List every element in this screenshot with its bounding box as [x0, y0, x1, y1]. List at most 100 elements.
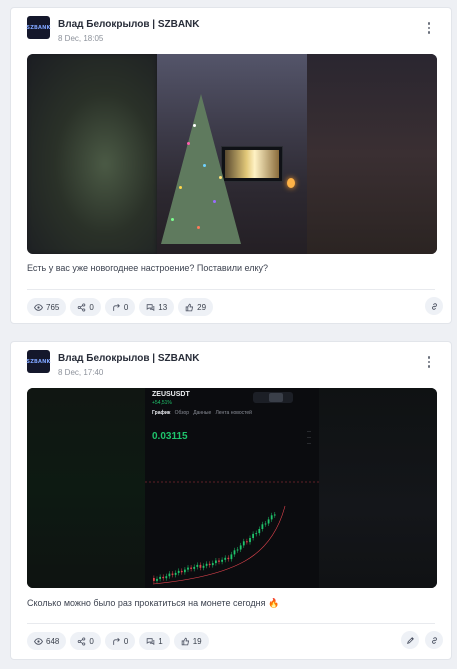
eye-icon	[34, 303, 43, 311]
edit-button[interactable]	[401, 631, 419, 649]
share-button[interactable]: 0	[104, 298, 136, 316]
comments-button[interactable]: 1	[139, 632, 170, 650]
post-header: SZBANK Влад Белокрылов | SZBANK 8 Dec, 1…	[26, 349, 441, 379]
divider	[27, 623, 435, 624]
candle-body	[221, 559, 223, 562]
photo-christmas-tree	[157, 54, 307, 254]
candle-body	[211, 563, 214, 566]
view-toggle	[253, 392, 293, 403]
blurred-background-right	[319, 388, 437, 588]
candle-body	[205, 563, 208, 566]
candle	[287, 178, 295, 188]
candle-body	[224, 557, 227, 560]
avatar[interactable]: SZBANK	[26, 16, 50, 39]
likes-count: 19	[192, 636, 202, 646]
candle-body	[193, 566, 196, 569]
like-button[interactable]: 19	[173, 632, 209, 650]
copy-link-button[interactable]	[425, 631, 443, 649]
more-vertical-icon[interactable]	[423, 19, 435, 37]
price-stats: — — —	[307, 428, 311, 445]
post-image[interactable]	[27, 54, 437, 254]
candle-body	[236, 549, 239, 551]
candle-body	[202, 565, 205, 568]
candle-body	[249, 538, 251, 543]
link-icon	[431, 636, 437, 644]
trading-screenshot: ZEUSUSDT +54,51% График Обзор Данные Лен…	[145, 388, 319, 588]
post-date: 8 Dec, 17:40	[58, 368, 104, 377]
candle-body	[242, 541, 245, 546]
post-caption: Есть у вас уже новогоднее настроение? По…	[27, 263, 269, 273]
christmas-tree	[161, 94, 241, 244]
candle-body	[264, 523, 267, 525]
candle-body	[233, 550, 236, 555]
candle-body	[177, 570, 180, 573]
author-name[interactable]: Влад Белокрылов | SZBANK	[58, 19, 200, 30]
comments-button[interactable]: 13	[139, 298, 175, 316]
candle-body	[215, 560, 217, 564]
post-image[interactable]: ZEUSUSDT +54,51% График Обзор Данные Лен…	[27, 388, 437, 588]
candle-body	[246, 541, 248, 543]
ticker-symbol: ZEUSUSDT	[152, 391, 190, 398]
candle-body	[258, 529, 261, 534]
candle-body	[165, 576, 168, 579]
forward-arrow-icon	[113, 637, 120, 645]
candle-body	[168, 573, 171, 577]
post-card: SZBANK Влад Белокрылов | SZBANK 8 Dec, 1…	[10, 341, 452, 660]
candle-body	[162, 576, 165, 579]
thumbs-up-icon	[181, 637, 189, 645]
post-actions: 648 0 0 1 19	[27, 632, 209, 650]
candle-body	[267, 519, 270, 524]
post-actions: 765 0 0 13 29	[27, 298, 214, 316]
share-button[interactable]: 0	[104, 632, 136, 650]
copy-link-button[interactable]	[425, 297, 443, 315]
views-counter: 765	[27, 298, 67, 316]
candle-body	[196, 564, 199, 567]
repost-count: 0	[89, 636, 94, 646]
blurred-background-left	[27, 388, 145, 588]
candle-body	[255, 533, 258, 535]
candle-body	[174, 572, 177, 575]
repost-button[interactable]: 0	[70, 632, 101, 650]
views-counter: 648	[27, 632, 67, 650]
moving-average-line	[152, 505, 286, 585]
share-nodes-icon	[78, 302, 86, 312]
thumbs-up-icon	[185, 303, 194, 311]
candle-body	[230, 554, 233, 560]
candle-body	[159, 576, 161, 579]
divider	[27, 289, 435, 290]
views-count: 765	[46, 302, 60, 312]
candle-body	[171, 573, 174, 575]
avatar[interactable]: SZBANK	[26, 350, 50, 373]
candle-body	[239, 545, 242, 550]
eye-icon	[34, 637, 43, 645]
last-price: 0.03115	[152, 431, 188, 442]
link-icon	[431, 302, 437, 310]
repost-button[interactable]: 0	[70, 298, 101, 316]
share-count: 0	[123, 302, 129, 312]
candle-body	[184, 569, 186, 573]
comments-count: 13	[158, 302, 168, 312]
pencil-icon	[406, 636, 414, 644]
candlestick-chart	[145, 481, 319, 585]
candle-body	[208, 563, 211, 566]
comments-icon	[146, 637, 155, 645]
forward-arrow-icon	[113, 303, 120, 311]
candle-body	[261, 524, 264, 529]
likes-count: 29	[197, 302, 207, 312]
candle-body	[218, 560, 220, 562]
comments-count: 1	[158, 636, 163, 646]
candle-body	[273, 514, 276, 516]
post-header: SZBANK Влад Белокрылов | SZBANK 8 Dec, 1…	[26, 15, 441, 45]
blurred-background-right	[307, 54, 437, 254]
share-count: 0	[123, 636, 129, 646]
candle-body	[153, 578, 155, 581]
like-button[interactable]: 29	[178, 298, 214, 316]
post-tools	[401, 631, 443, 649]
views-count: 648	[46, 636, 60, 646]
price-change: +54,51%	[152, 400, 172, 406]
candle-body	[270, 515, 273, 520]
author-name[interactable]: Влад Белокрылов | SZBANK	[58, 353, 200, 364]
more-vertical-icon[interactable]	[423, 353, 435, 371]
candle-body	[252, 533, 254, 538]
candle-body	[156, 578, 158, 581]
